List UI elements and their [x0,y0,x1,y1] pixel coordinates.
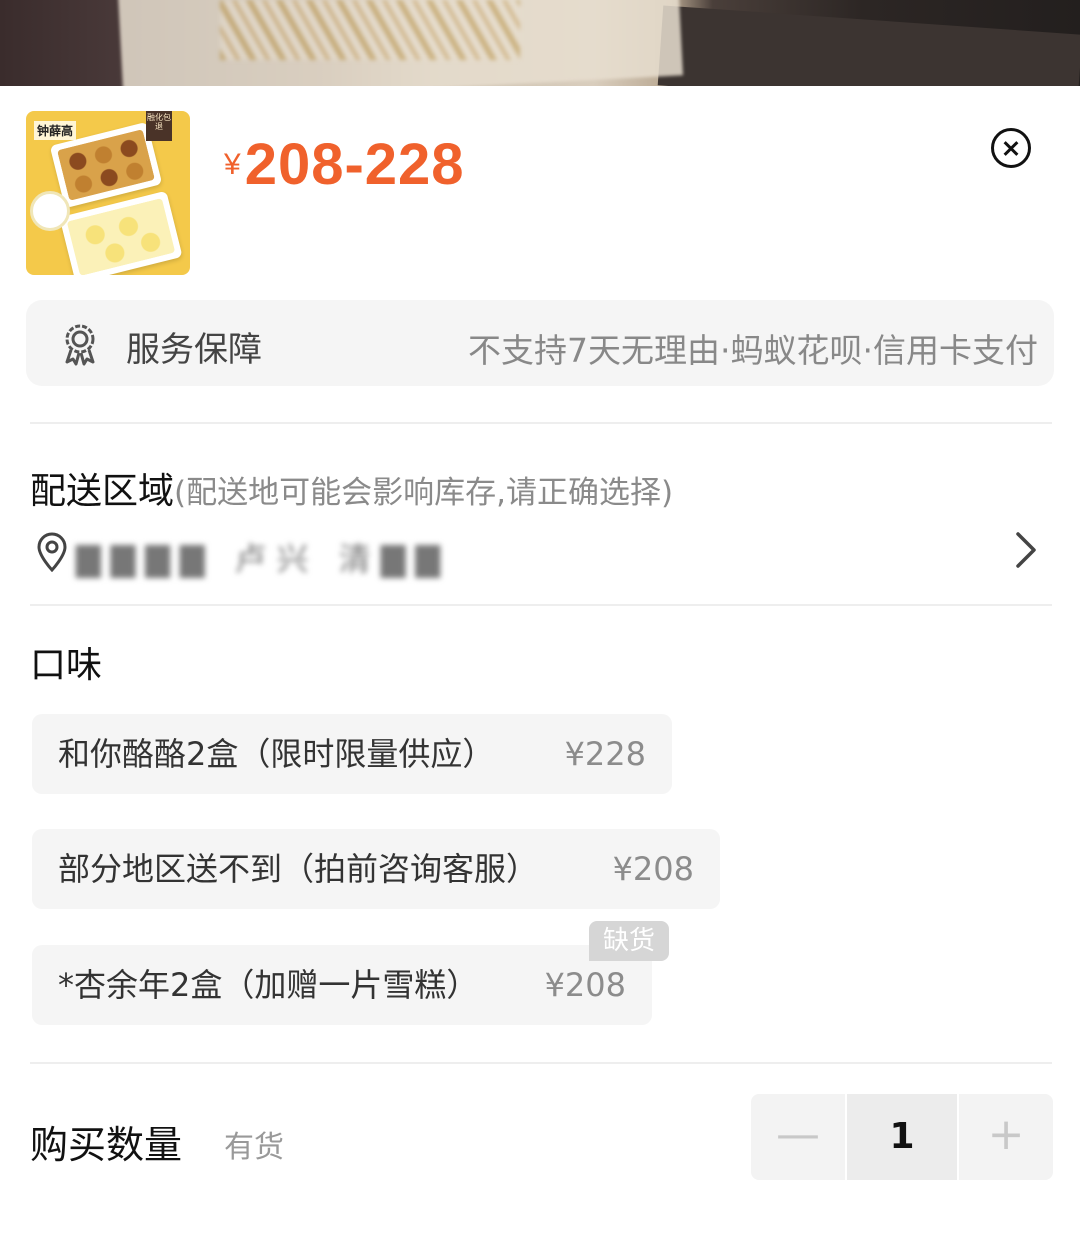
guarantee-badge-icon [65,324,95,366]
flavor-option-label: 部分地区送不到（拍前咨询客服） [58,850,539,888]
delivery-address[interactable]: ▇▇▇▇ 卢兴 清▇▇ [76,534,440,578]
close-icon[interactable] [991,128,1031,168]
price-currency: ¥ [224,148,241,181]
sku-selector-sheet: 钟薛高 融化包退 ¥208-228 服务保障 不支持7天无理由·蚂蚁花呗·信用卡… [0,86,1080,1243]
quantity-stepper: — 1 + [751,1094,1053,1180]
flavor-option[interactable]: 和你酪酪2盒（限时限量供应） ¥228 [32,714,672,794]
quantity-heading: 购买数量 [30,1123,183,1167]
divider [30,604,1052,606]
divider [30,1062,1052,1064]
flavor-heading: 口味 [30,645,103,686]
price-range: ¥208-228 [224,131,465,198]
flavor-option-price: ¥208 [612,850,694,888]
flavor-option[interactable]: 部分地区送不到（拍前咨询客服） ¥208 [32,829,720,909]
divider [30,422,1052,424]
product-thumbnail[interactable]: 钟薛高 融化包退 [26,111,190,275]
service-label: 服务保障 [126,330,262,370]
location-pin-icon [37,532,67,572]
thumbnail-brand: 钟薛高 [34,121,77,140]
service-guarantee-row[interactable]: 服务保障 不支持7天无理由·蚂蚁花呗·信用卡支付 [26,300,1054,386]
delivery-title: 配送区域 [30,471,175,512]
decrement-button[interactable]: — [751,1094,845,1180]
chevron-right-icon[interactable] [1012,530,1040,570]
increment-button[interactable]: + [959,1094,1053,1180]
delivery-hint: (配送地可能会影响库存,请正确选择) [174,475,674,511]
stock-status: 有货 [224,1130,284,1165]
delivery-area-heading: 配送区域(配送地可能会影响库存,请正确选择) [30,462,673,514]
flavor-option-price: ¥228 [564,735,646,773]
flavor-option-label: 和你酪酪2盒（限时限量供应） [58,735,495,773]
price-value: 208-228 [244,132,465,197]
flavor-option-label: *杏余年2盒（加赠一片雪糕） [58,966,479,1004]
product-banner-image [0,0,1080,86]
out-of-stock-badge: 缺货 [589,921,669,961]
quantity-value[interactable]: 1 [847,1094,957,1180]
flavor-option-disabled[interactable]: *杏余年2盒（加赠一片雪糕） ¥208 [32,945,652,1025]
thumbnail-tag: 融化包退 [146,111,172,141]
service-description: 不支持7天无理由·蚂蚁花呗·信用卡支付 [468,331,1038,370]
